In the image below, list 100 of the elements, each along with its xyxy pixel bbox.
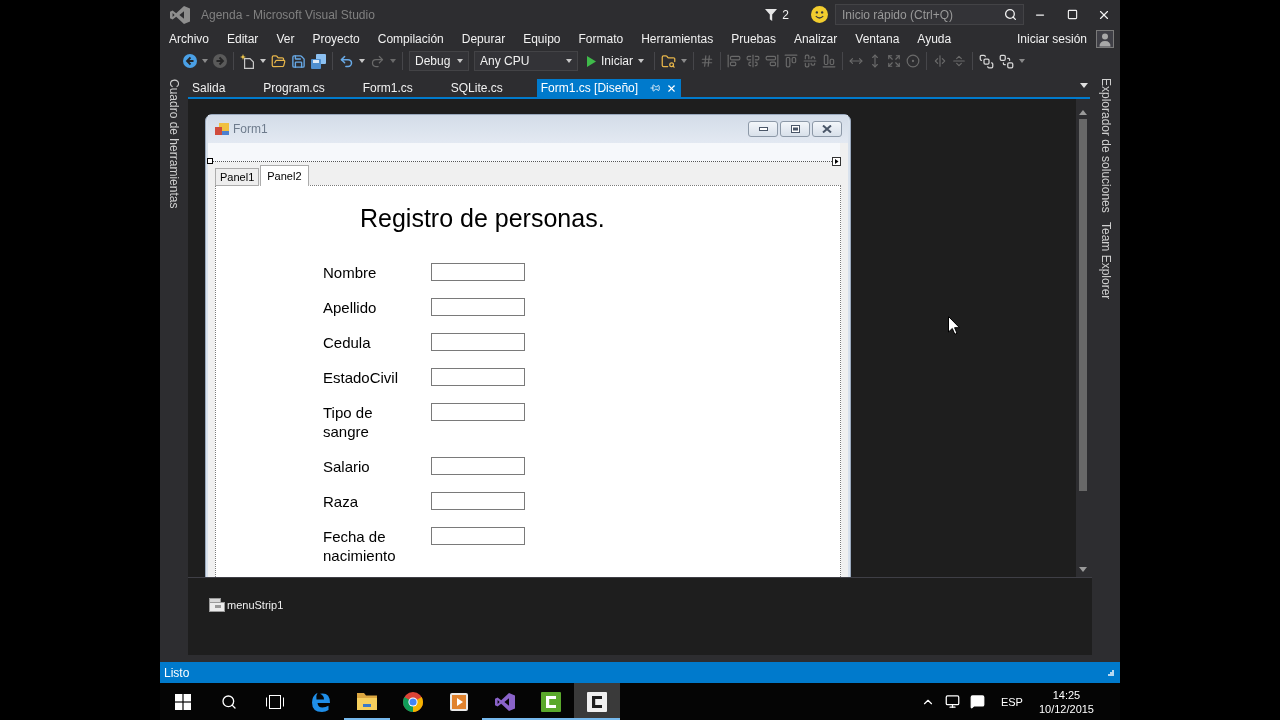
close-button[interactable] (812, 121, 842, 137)
message-icon[interactable] (969, 694, 985, 709)
maximize-icon (790, 125, 800, 133)
caret-icon[interactable] (566, 59, 572, 63)
folder-search-icon[interactable] (661, 53, 676, 69)
text-input[interactable] (431, 298, 525, 316)
maximize-button[interactable] (780, 121, 810, 137)
menu-item[interactable]: Ver (267, 29, 304, 49)
network-icon[interactable] (944, 694, 960, 709)
scrollbar-thumb[interactable] (1079, 119, 1087, 491)
dock-tab[interactable]: Cuadro de herramientas (167, 79, 181, 209)
document-tab[interactable]: Form1.cs [Diseño] (536, 79, 682, 97)
pin-icon[interactable] (650, 83, 661, 93)
bracket-tile-icon[interactable] (541, 691, 561, 712)
minimize-button[interactable] (748, 121, 778, 137)
document-tab[interactable]: Salida (188, 79, 230, 97)
text-input[interactable] (431, 368, 525, 386)
dock-tab[interactable]: Team Explorer (1099, 221, 1113, 300)
open-folder-icon[interactable] (271, 53, 286, 69)
bracket-tile-icon[interactable] (587, 691, 607, 712)
same-size-icon[interactable] (887, 54, 901, 68)
selection-handle-icon[interactable] (207, 158, 213, 164)
align-center-icon[interactable] (746, 54, 760, 68)
taskbar-button[interactable] (574, 683, 620, 720)
menu-item[interactable]: Editar (218, 29, 268, 49)
resize-grip-icon[interactable] (1108, 669, 1114, 676)
form-tab[interactable]: Panel2 (260, 165, 309, 186)
smiley-icon[interactable] (811, 6, 828, 23)
play-tile-icon[interactable] (450, 692, 468, 711)
menu-item[interactable]: Ayuda (908, 29, 961, 49)
caret-icon[interactable] (260, 59, 266, 63)
task-view-icon[interactable] (266, 694, 284, 709)
send-to-back-icon[interactable] (999, 53, 1014, 69)
caret-icon[interactable] (359, 59, 365, 63)
menu-item[interactable]: Proyecto (303, 29, 369, 49)
menu-item[interactable]: Depurar (452, 29, 515, 49)
quick-launch-field[interactable]: Inicio rápido (Ctrl+Q) (835, 4, 1024, 25)
menu-item[interactable]: Equipo (514, 29, 570, 49)
document-tab[interactable]: SQLite.cs (446, 79, 507, 97)
menu-item[interactable]: Ventana (846, 29, 909, 49)
field-label: Fecha de nacimiento (323, 527, 397, 565)
menu-item[interactable]: Formato (569, 29, 633, 49)
infinity-logo-icon (170, 5, 190, 24)
search-icon[interactable] (221, 693, 237, 710)
save-all-icon[interactable] (311, 53, 326, 69)
scroll-up-icon[interactable] (1079, 110, 1087, 115)
menu-item[interactable]: Compilación (368, 29, 453, 49)
text-input[interactable] (431, 333, 525, 351)
folder-icon[interactable] (357, 693, 377, 710)
notification-count: 2 (782, 7, 789, 22)
configuration-dropdown[interactable]: Debug (409, 51, 469, 71)
align-bottom-icon[interactable] (822, 54, 836, 68)
save-icon[interactable] (291, 53, 306, 69)
filter-icon[interactable] (765, 8, 778, 21)
smart-tag-icon[interactable] (832, 157, 841, 166)
back-arrow-icon[interactable] (183, 54, 197, 68)
text-input[interactable] (431, 527, 525, 545)
menu-strip-icon[interactable] (209, 598, 225, 612)
platform-dropdown[interactable]: Any CPU (474, 51, 578, 71)
windows-start-icon[interactable] (175, 693, 191, 710)
clock[interactable]: 14:25 10/12/2015 (1038, 688, 1094, 715)
align-left-icon[interactable] (727, 54, 741, 68)
user-icon[interactable] (1096, 30, 1114, 48)
menu-item[interactable]: Herramientas (632, 29, 723, 49)
field-label: EstadoCivil (323, 368, 400, 387)
search-icon[interactable] (1004, 8, 1017, 21)
caret-icon[interactable] (457, 59, 463, 63)
menu-item[interactable]: Pruebas (722, 29, 785, 49)
size-to-grid-icon[interactable] (906, 54, 920, 68)
scroll-down-icon[interactable] (1079, 567, 1087, 572)
browser-icon[interactable] (403, 691, 423, 712)
infinity-logo-icon[interactable] (495, 692, 515, 711)
new-item-icon[interactable] (240, 53, 255, 69)
text-input[interactable] (431, 492, 525, 510)
menu-item[interactable]: Archivo (160, 29, 218, 49)
text-input[interactable] (431, 263, 525, 281)
bring-to-front-icon[interactable] (979, 53, 994, 69)
align-top-icon[interactable] (784, 54, 798, 68)
text-input[interactable] (431, 457, 525, 475)
align-to-grid-icon[interactable] (700, 54, 714, 68)
document-tab[interactable]: Program.cs (259, 79, 329, 97)
sign-in-link[interactable]: Iniciar sesión (1016, 32, 1087, 46)
menu-item[interactable]: Analizar (784, 29, 847, 49)
form-tab[interactable]: Panel1 (215, 168, 260, 186)
component-label[interactable]: menuStrip1 (227, 599, 284, 611)
align-right-icon[interactable] (765, 54, 779, 68)
caret-icon (638, 59, 644, 63)
dock-tab[interactable]: Explorador de soluciones (1099, 78, 1113, 213)
caret-icon[interactable] (1080, 82, 1088, 88)
redo-icon[interactable] (370, 53, 385, 69)
field-label: Apellido (323, 298, 378, 317)
maximize-icon[interactable] (1066, 9, 1078, 20)
browser-icon[interactable] (311, 691, 331, 712)
align-middle-icon[interactable] (803, 54, 817, 68)
language-indicator[interactable]: ESP (1000, 695, 1023, 708)
field-label: Raza (323, 492, 360, 511)
text-input[interactable] (431, 403, 525, 421)
undo-icon[interactable] (339, 53, 354, 69)
document-tab[interactable]: Form1.cs (358, 79, 417, 97)
start-button[interactable]: Iniciar (583, 51, 648, 71)
